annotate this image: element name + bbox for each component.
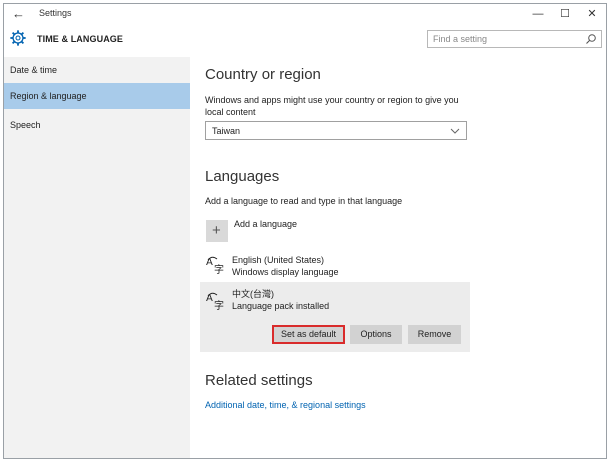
country-select-value: Taiwan [212,126,241,136]
gear-icon [10,30,26,46]
language-name-chinese[interactable]: 中文(台灣) [232,288,274,300]
window-title: Settings [39,8,72,18]
country-select[interactable]: Taiwan [205,121,467,140]
remove-button[interactable]: Remove [408,325,461,344]
country-description-line2: local content [205,107,256,117]
additional-regional-settings-link[interactable]: Additional date, time, & regional settin… [205,400,366,410]
title-bar: ← Settings — ☐ ✕ [4,4,606,24]
language-icon: A 字 [206,256,224,275]
language-status-english: Windows display language [232,267,339,277]
language-name-english[interactable]: English (United States) [232,254,324,266]
languages-description: Add a language to read and type in that … [205,196,403,206]
section-title: TIME & LANGUAGE [37,34,123,44]
country-heading: Country or region [205,66,321,83]
settings-window: ← Settings — ☐ ✕ TIME & LANGUAGE Find a … [3,3,607,459]
minimize-button[interactable]: — [524,4,552,24]
search-icon[interactable] [585,33,597,45]
svg-text:字: 字 [214,263,224,275]
languages-heading: Languages [205,168,280,185]
language-status-chinese: Language pack installed [232,301,330,311]
related-settings-heading: Related settings [205,372,313,389]
language-icon: A 字 [206,292,224,311]
add-language-label[interactable]: Add a language [234,218,297,230]
sidebar-item-date-time[interactable]: Date & time [4,57,190,83]
options-button[interactable]: Options [350,325,402,344]
sidebar-item-region-language[interactable]: Region & language [4,83,190,109]
set-as-default-button[interactable]: Set as default [272,325,345,344]
plus-icon: + [212,222,221,239]
sidebar-item-speech[interactable]: Speech [4,112,190,138]
sidebar: Date & time Region & language Speech [4,57,190,458]
close-button[interactable]: ✕ [578,4,606,24]
add-language-button[interactable]: + [206,220,228,242]
chevron-down-icon [450,128,460,134]
country-description-line1: Windows and apps might use your country … [205,95,459,105]
back-arrow-icon[interactable]: ← [12,5,28,23]
search-placeholder: Find a setting [433,34,488,44]
search-input[interactable]: Find a setting [427,30,602,48]
svg-text:字: 字 [214,299,224,311]
maximize-button[interactable]: ☐ [551,4,579,24]
